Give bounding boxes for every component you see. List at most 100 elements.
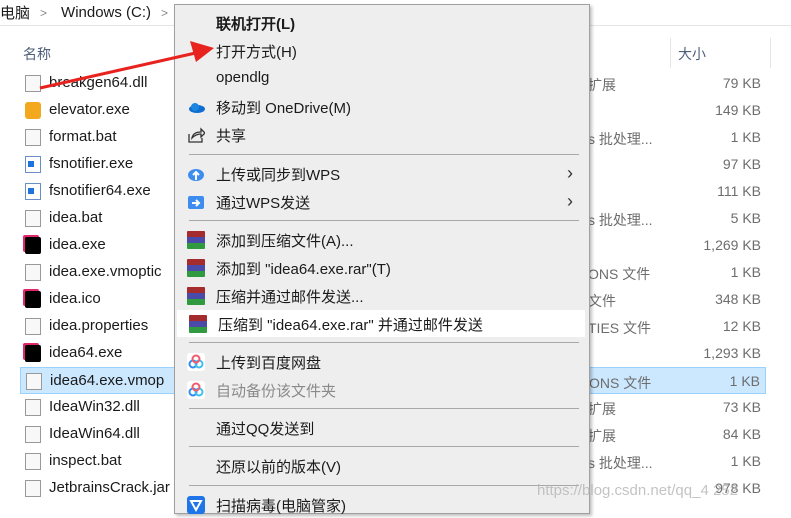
file-type: 扩展 <box>588 77 616 93</box>
file-size: 79 KB <box>722 75 761 91</box>
menu-separator <box>189 446 579 448</box>
menu-item-label: 上传或同步到WPS <box>216 166 341 184</box>
file-icon <box>26 373 42 390</box>
menu-item[interactable]: 共享 <box>175 121 587 148</box>
wps-send-icon <box>187 193 205 211</box>
menu-item[interactable]: 自动备份该文件夹 <box>175 376 587 403</box>
menu-item-label: 添加到 "idea64.exe.rar"(T) <box>216 260 391 278</box>
file-type: s 批处理... <box>588 131 653 147</box>
menu-item-label: opendlg <box>216 69 270 87</box>
menu-item[interactable]: 扫描病毒(电脑管家) <box>175 491 587 518</box>
chevron-right-icon: › <box>567 162 573 183</box>
menu-item[interactable]: 压缩到 "idea64.exe.rar" 并通过邮件发送 <box>177 310 585 337</box>
menu-item[interactable]: 打开方式(H) <box>175 37 587 64</box>
menu-item[interactable]: 压缩并通过邮件发送... <box>175 282 587 309</box>
bat-file-icon <box>25 453 41 470</box>
file-name: elevator.exe <box>49 101 130 118</box>
chevron-right-icon[interactable]: > <box>40 6 47 20</box>
onedrive-icon <box>187 98 205 116</box>
file-name: idea.properties <box>49 317 149 334</box>
file-size: 348 KB <box>715 291 761 307</box>
file-name: inspect.bat <box>49 452 122 469</box>
winrar-icon <box>187 286 205 305</box>
tencent-pc-manager-icon <box>187 495 205 514</box>
winrar-icon <box>189 315 207 333</box>
exe-file-icon <box>25 156 41 173</box>
file-size: 1 KB <box>730 264 761 280</box>
breadcrumb-item[interactable]: 电脑 <box>0 2 30 23</box>
exe-file-icon <box>25 183 41 200</box>
file-name: idea64.exe.vmop <box>50 372 165 389</box>
file-type: ONS 文件 <box>588 266 651 282</box>
menu-item[interactable]: 移动到 OneDrive(M) <box>175 93 587 120</box>
menu-item[interactable]: opendlg <box>175 65 587 92</box>
file-name: idea.exe <box>49 236 106 253</box>
menu-item[interactable]: 联机打开(L) <box>175 9 587 36</box>
file-size: 1,293 KB <box>703 345 761 361</box>
jar-file-icon <box>25 480 41 497</box>
breadcrumb-item[interactable]: Windows (C:) <box>61 4 151 21</box>
menu-item-label: 压缩到 "idea64.exe.rar" 并通过邮件发送 <box>218 317 483 334</box>
context-menu: 联机打开(L) 打开方式(H) opendlg 移动到 OneDrive(M) 共享上传… <box>174 4 590 515</box>
menu-item-label: 移动到 OneDrive(M) <box>216 100 352 118</box>
file-size: 97 KB <box>722 156 761 172</box>
menu-item-label: 打开方式(H) <box>216 44 297 62</box>
column-divider[interactable] <box>770 38 771 68</box>
file-name: fsnotifier64.exe <box>49 182 151 199</box>
menu-item[interactable]: 添加到 "idea64.exe.rar"(T) <box>175 254 587 281</box>
file-size: 1 KB <box>730 129 761 145</box>
menu-item-label: 通过QQ发送到 <box>216 421 315 439</box>
baidu-netdisk-icon <box>187 353 205 372</box>
file-name: idea64.exe <box>49 344 123 361</box>
menu-item-label: 上传到百度网盘 <box>216 355 322 373</box>
file-name: idea.exe.vmoptic <box>49 263 162 280</box>
column-divider[interactable] <box>670 38 671 68</box>
file-size: 73 KB <box>722 399 761 415</box>
menu-item-label: 还原以前的版本(V) <box>216 459 341 477</box>
menu-item-label: 通过WPS发送 <box>216 194 311 212</box>
dll-file-icon <box>25 399 41 416</box>
file-type: 扩展 <box>588 401 616 417</box>
intellij-icon <box>25 345 41 362</box>
column-name[interactable]: 名称 <box>23 44 51 64</box>
bat-file-icon <box>25 129 41 146</box>
menu-item[interactable]: 上传到百度网盘 <box>175 348 587 375</box>
file-icon <box>25 318 41 335</box>
menu-item[interactable]: 通过QQ发送到 <box>175 414 587 441</box>
chevron-right-icon: › <box>567 190 573 211</box>
bat-file-icon <box>25 210 41 227</box>
menu-separator <box>189 219 579 221</box>
winrar-icon <box>187 258 205 277</box>
wps-upload-icon <box>187 165 205 183</box>
menu-item-label: 自动备份该文件夹 <box>216 383 337 401</box>
menu-separator <box>189 153 579 155</box>
winrar-icon <box>187 230 205 249</box>
file-size: 84 KB <box>722 426 761 442</box>
file-name: format.bat <box>49 128 117 145</box>
menu-item-label: 添加到压缩文件(A)... <box>216 232 354 250</box>
file-type: s 批处理... <box>588 455 653 471</box>
dll-file-icon <box>25 75 41 92</box>
menu-item[interactable]: 添加到压缩文件(A)... <box>175 226 587 253</box>
file-icon <box>25 264 41 281</box>
menu-item[interactable]: 通过WPS发送 › <box>175 188 587 215</box>
file-size: 149 KB <box>715 102 761 118</box>
menu-separator <box>189 484 579 486</box>
file-type: 文件 <box>588 293 616 309</box>
file-size: 12 KB <box>722 318 761 334</box>
file-type: TIES 文件 <box>588 320 652 336</box>
file-name: breakgen64.dll <box>49 74 148 91</box>
column-size[interactable]: 大小 <box>678 44 706 64</box>
intellij-icon <box>25 237 41 254</box>
file-name: IdeaWin64.dll <box>49 425 140 442</box>
menu-separator <box>189 408 579 410</box>
menu-item[interactable]: 还原以前的版本(V) <box>175 452 587 479</box>
menu-item-label: 扫描病毒(电脑管家) <box>216 497 346 515</box>
elevator-exe-icon <box>25 102 41 119</box>
file-name: JetbrainsCrack.jar <box>49 479 170 496</box>
menu-item-label: 压缩并通过邮件发送... <box>216 288 364 306</box>
file-type: s 批处理... <box>588 212 653 228</box>
chevron-right-icon[interactable]: > <box>161 6 168 20</box>
menu-item[interactable]: 上传或同步到WPS › <box>175 160 587 187</box>
intellij-icon <box>25 291 41 308</box>
